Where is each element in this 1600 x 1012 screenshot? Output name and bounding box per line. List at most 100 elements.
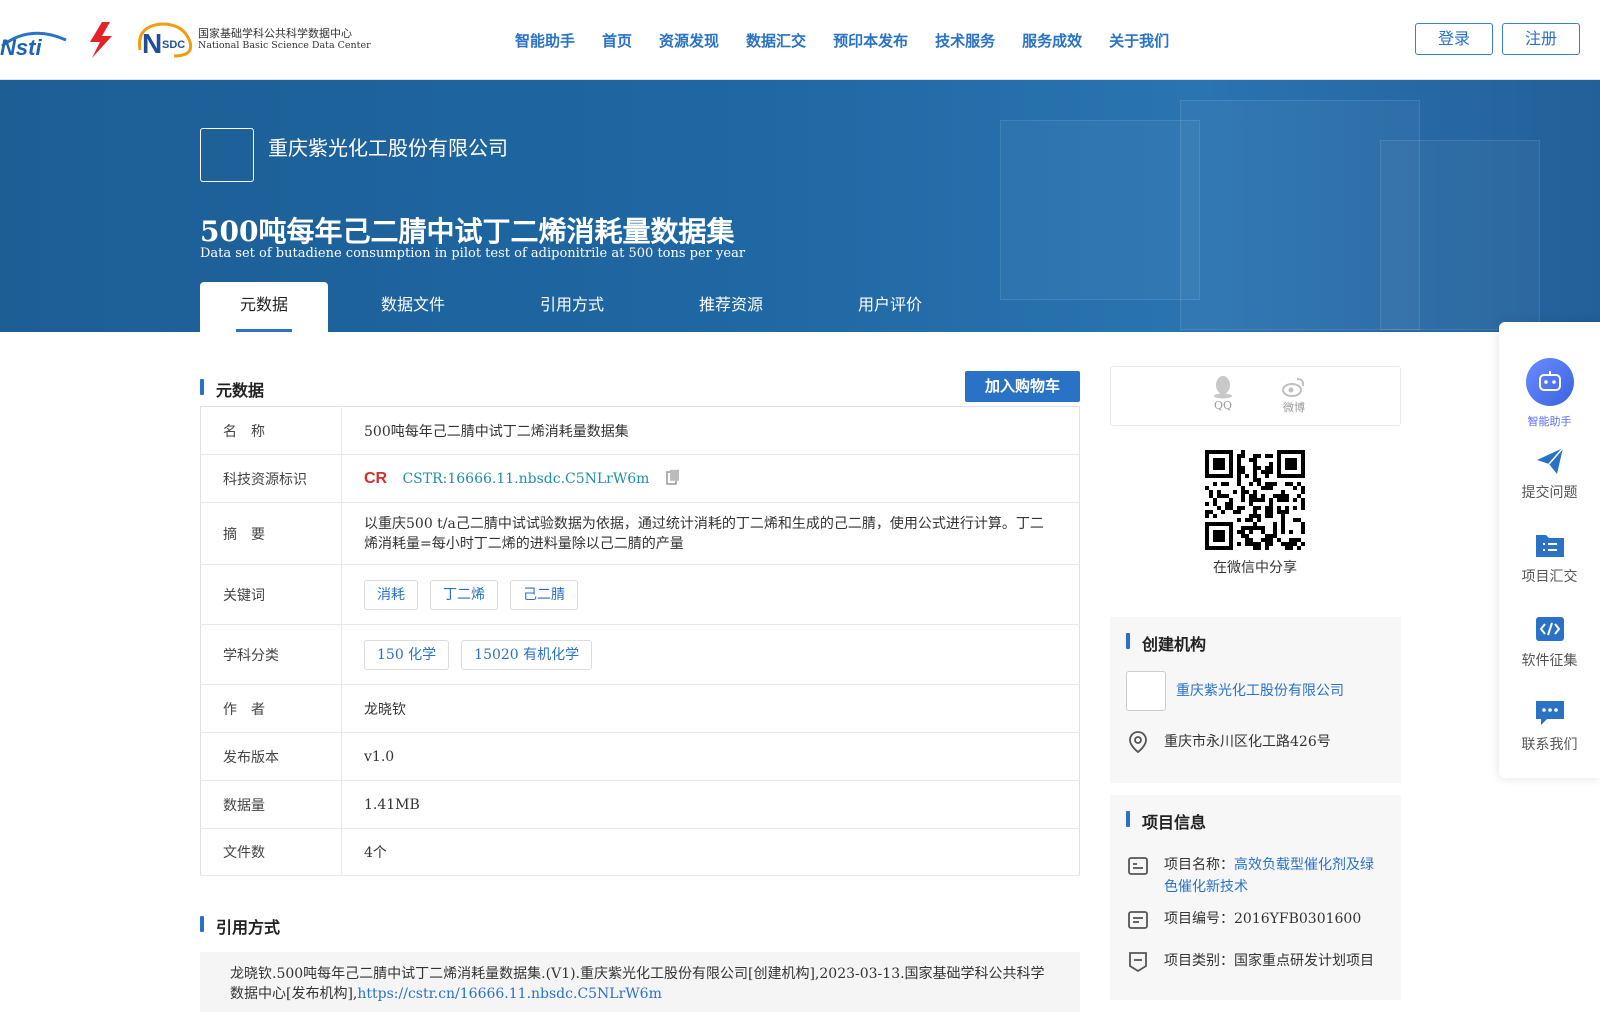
keyword-tag[interactable]: 丁二烯 (430, 579, 498, 610)
row-label-subject: 学科分类 (200, 624, 342, 685)
table-row: 文件数 4个 (200, 828, 1080, 876)
nav-preprint[interactable]: 预印本发布 (833, 30, 908, 51)
floating-side-widget: 智能助手 提交问题 项目汇交 软件征集 联系我们 (1499, 322, 1600, 778)
project-code-label: 项目编号： (1164, 911, 1234, 927)
tab-reviews[interactable]: 用户评价 (816, 282, 964, 332)
row-value-author: 龙晓钦 (341, 684, 1080, 733)
org-avatar (200, 128, 254, 182)
nav-data-collection[interactable]: 数据汇交 (746, 30, 806, 51)
project-name-row: 项目名称：高效负载型催化剂及绿色催化新技术 (1126, 854, 1385, 898)
banner-decor (1000, 120, 1200, 300)
row-label-name: 名 称 (200, 406, 342, 455)
row-label-size: 数据量 (200, 780, 342, 829)
row-label-keywords: 关键词 (200, 564, 342, 625)
wechat-share-caption: 在微信中分享 (1213, 559, 1297, 575)
side-project-collect[interactable]: 项目汇交 (1499, 530, 1600, 586)
table-row: 科技资源标识 CR CSTR:16666.11.nbsdc.C5NLrW6m (200, 454, 1080, 503)
table-row: 摘 要 以重庆500 t/a己二腈中试试验数据为依据，通过统计消耗的丁二烯和生成… (200, 502, 1080, 565)
tab-citation[interactable]: 引用方式 (498, 282, 646, 332)
cstr-logo-icon: CR (364, 468, 394, 490)
nav-home[interactable]: 首页 (602, 30, 632, 51)
metadata-section-title: 元数据 (200, 377, 264, 401)
nav-about[interactable]: 关于我们 (1109, 30, 1169, 51)
keyword-tag[interactable]: 己二腈 (510, 579, 578, 610)
share-weibo-label: 微博 (1283, 401, 1305, 414)
share-qq-label: QQ (1213, 399, 1233, 412)
side-assistant-label: 智能助手 (1527, 416, 1572, 428)
subject-tag[interactable]: 150 化学 (364, 639, 450, 670)
citation-box: 龙晓钦.500吨每年己二腈中试丁二烯消耗量数据集.(V1).重庆紫光化工股份有限… (200, 952, 1080, 1012)
dataset-title-en: Data set of butadiene consumption in pil… (200, 246, 746, 261)
folder-list-icon (1535, 535, 1564, 557)
project-code-value: 2016YFB0301600 (1234, 911, 1362, 927)
qq-icon (1214, 376, 1232, 399)
tab-recommended[interactable]: 推荐资源 (646, 282, 816, 332)
paper-plane-icon (1536, 447, 1564, 474)
side-software-collect[interactable]: 软件征集 (1499, 614, 1600, 670)
row-value-keywords: 消耗 丁二烯 己二腈 (341, 564, 1080, 625)
row-label-author: 作 者 (200, 684, 342, 733)
project-type-label: 项目类别： (1164, 953, 1234, 969)
weibo-icon (1282, 378, 1305, 397)
nav-assistant[interactable]: 智能助手 (515, 30, 575, 51)
citation-section-title: 引用方式 (200, 914, 280, 938)
project-name-icon (1128, 857, 1148, 875)
share-box: QQ 微博 (1110, 366, 1401, 426)
metadata-table: 名 称 500吨每年己二腈中试丁二烯消耗量数据集 科技资源标识 CR CSTR:… (200, 406, 1080, 876)
row-value-name: 500吨每年己二腈中试丁二烯消耗量数据集 (341, 406, 1080, 455)
svg-text:N: N (142, 28, 162, 59)
row-value-size: 1.41MB (341, 780, 1080, 829)
dataset-banner: 重庆紫光化工股份有限公司 500吨每年己二腈中试丁二烯消耗量数据集 Data s… (0, 80, 1600, 332)
banner-org-name[interactable]: 重庆紫光化工股份有限公司 (268, 132, 508, 161)
tab-data-files[interactable]: 数据文件 (328, 282, 498, 332)
row-value-cstr: CR CSTR:16666.11.nbsdc.C5NLrW6m (341, 454, 1080, 503)
row-value-abstract: 以重庆500 t/a己二腈中试试验数据为依据，通过统计消耗的丁二烯和生成的己二腈… (341, 502, 1080, 565)
side-submit-label: 提交问题 (1521, 484, 1578, 500)
creator-section-title: 创建机构 (1126, 631, 1206, 655)
nsdc-logo-cn: 国家基础学科公共科学数据中心 (198, 27, 352, 40)
robot-assistant-icon (1525, 358, 1574, 406)
subject-tag[interactable]: 15020 有机化学 (461, 639, 593, 670)
tab-metadata[interactable]: 元数据 (200, 282, 328, 332)
side-assistant[interactable]: 智能助手 (1499, 358, 1600, 429)
dataset-title: 500吨每年己二腈中试丁二烯消耗量数据集 (200, 215, 735, 248)
nstl-logo[interactable]: Nsti (0, 22, 70, 60)
project-card: 项目信息 项目名称：高效负载型催化剂及绿色催化新技术 项目编号：2016YFB0… (1110, 795, 1401, 1000)
side-submit-question[interactable]: 提交问题 (1499, 446, 1600, 502)
auth-buttons: 登录 注册 (1415, 23, 1580, 55)
table-row: 数据量 1.41MB (200, 780, 1080, 829)
copy-icon[interactable] (666, 469, 680, 489)
nav-service-results[interactable]: 服务成效 (1022, 30, 1082, 51)
detail-tabs: 元数据 数据文件 引用方式 推荐资源 用户评价 (200, 282, 964, 332)
keyword-tag[interactable]: 消耗 (364, 579, 418, 610)
nav-tech-service[interactable]: 技术服务 (935, 30, 995, 51)
cas-logo-icon[interactable] (82, 20, 122, 60)
creator-card: 创建机构 重庆紫光化工股份有限公司 重庆市永川区化工路426号 (1110, 617, 1401, 783)
side-contact-us[interactable]: 联系我们 (1499, 698, 1600, 754)
register-button[interactable]: 注册 (1502, 23, 1580, 55)
table-row: 发布版本 v1.0 (200, 732, 1080, 781)
row-value-subject: 150 化学 15020 有机化学 (341, 624, 1080, 685)
project-type-icon (1129, 952, 1147, 973)
creator-org-avatar (1126, 671, 1166, 711)
chat-bubble-icon (1535, 701, 1564, 725)
logo-group[interactable]: Nsti N SDC 国家基础学科公共科学数据中心 National Basic… (0, 18, 371, 62)
nsdc-logo[interactable]: N SDC 国家基础学科公共科学数据中心 National Basic Scie… (134, 20, 371, 60)
creator-org-row: 重庆紫光化工股份有限公司 (1126, 671, 1385, 711)
add-to-cart-button[interactable]: 加入购物车 (965, 371, 1080, 402)
share-weibo[interactable]: 微博 (1274, 375, 1314, 415)
project-code-row: 项目编号：2016YFB0301600 (1126, 908, 1385, 932)
creator-address: 重庆市永川区化工路426号 (1164, 734, 1331, 750)
row-label-version: 发布版本 (200, 732, 342, 781)
cstr-link[interactable]: CSTR:16666.11.nbsdc.C5NLrW6m (402, 471, 649, 487)
login-button[interactable]: 登录 (1415, 23, 1493, 55)
row-label-cstr: 科技资源标识 (200, 454, 342, 503)
creator-org-link[interactable]: 重庆紫光化工股份有限公司 (1176, 680, 1344, 702)
banner-decor (1380, 140, 1540, 330)
share-qq[interactable]: QQ (1203, 375, 1243, 412)
row-value-files: 4个 (341, 828, 1080, 876)
nav-resource-discovery[interactable]: 资源发现 (659, 30, 719, 51)
wechat-qr-code (1205, 450, 1306, 551)
project-name-label: 项目名称： (1164, 857, 1234, 873)
creator-address-row: 重庆市永川区化工路426号 (1126, 730, 1385, 754)
